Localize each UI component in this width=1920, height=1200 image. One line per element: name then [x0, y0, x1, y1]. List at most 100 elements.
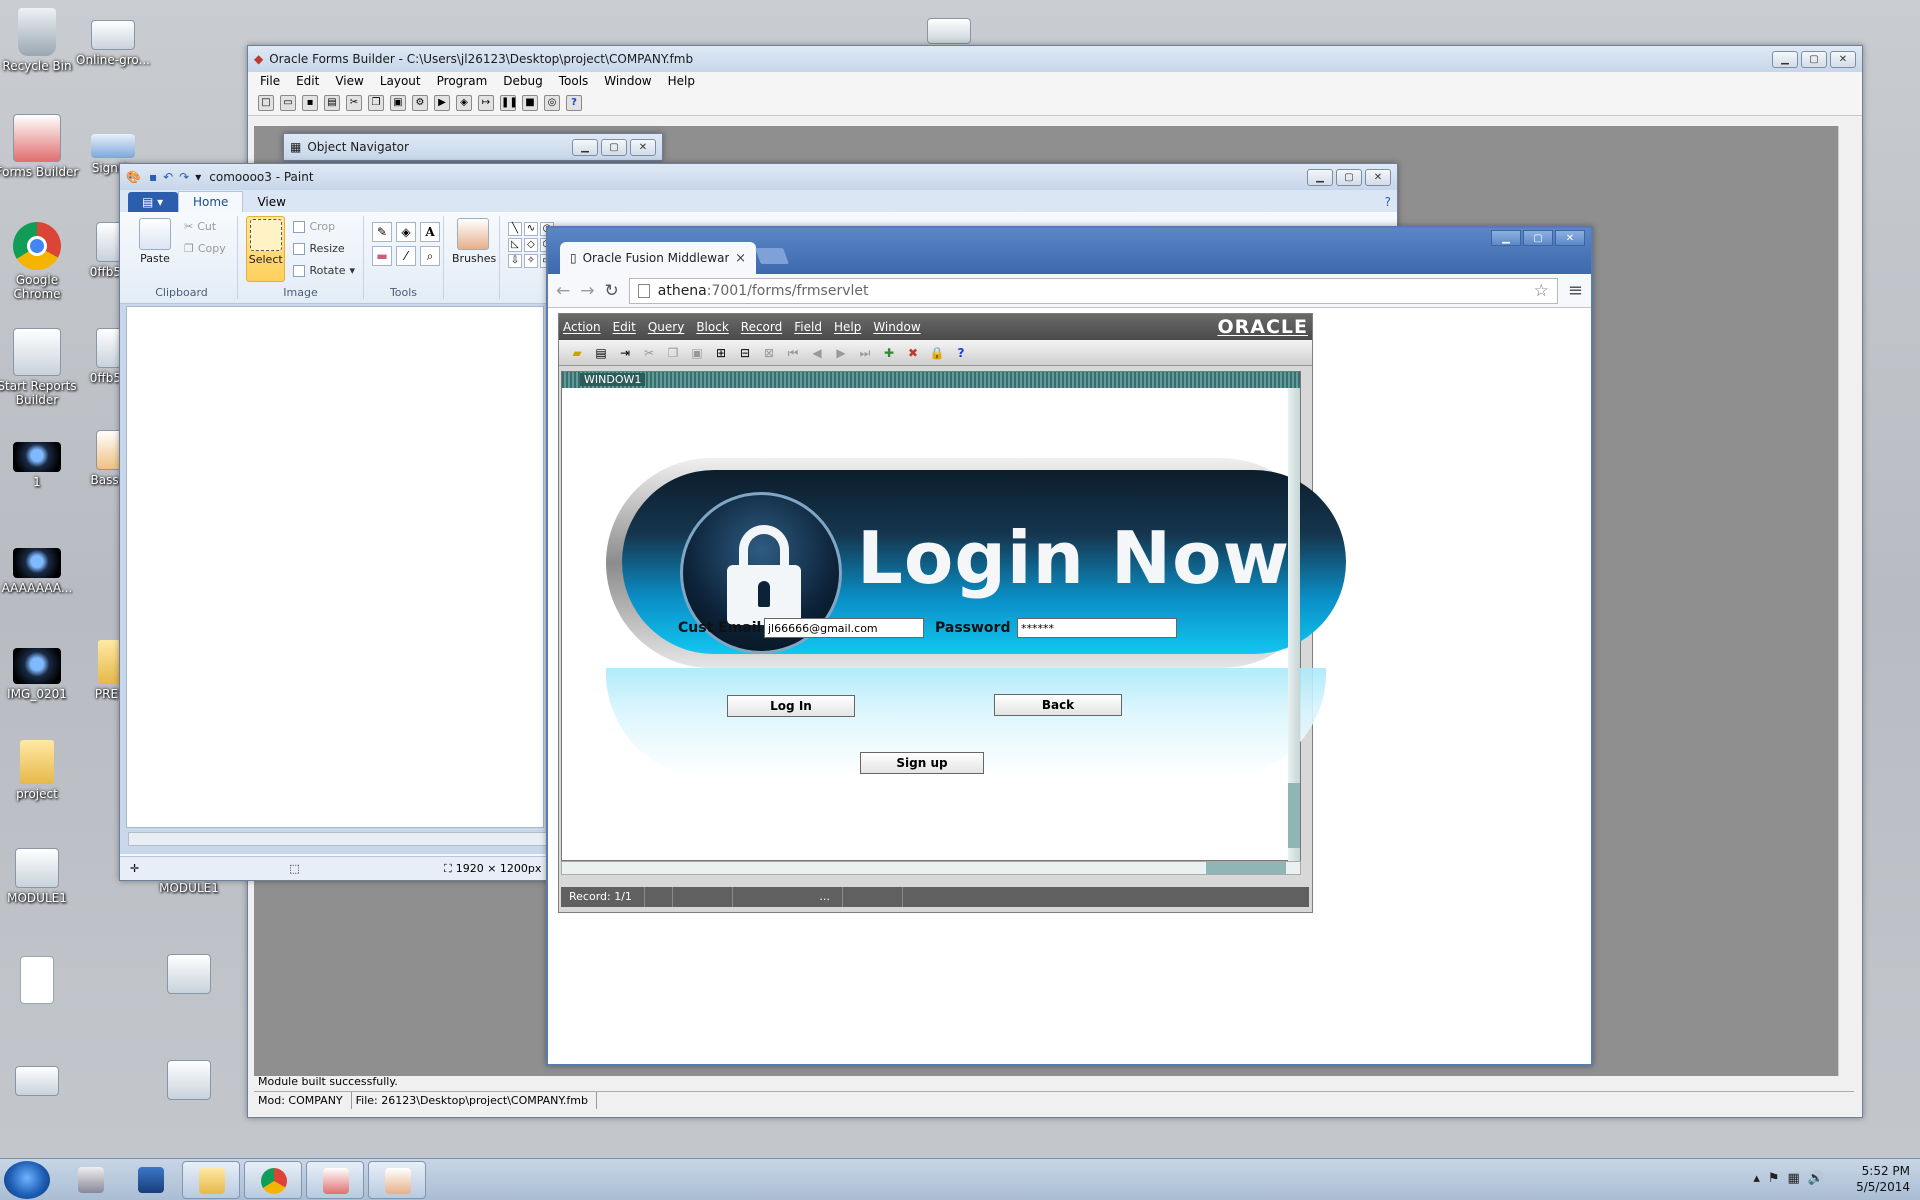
execute-query-icon[interactable]: ⊟ [737, 345, 753, 361]
object-navigator-window[interactable]: ▦ Object Navigator ▁ ▢ ✕ [283, 133, 663, 161]
taskbar-explorer[interactable] [182, 1161, 240, 1199]
magnifier-icon[interactable]: ⌕ [420, 246, 440, 266]
desktop-icon-img-0201[interactable]: IMG_0201 [0, 648, 80, 701]
tab-home[interactable]: Home [178, 191, 244, 212]
text-icon[interactable]: A [420, 222, 440, 242]
desktop-icon-project[interactable]: project [0, 740, 80, 801]
curve-shape-icon[interactable]: ∿ [524, 222, 538, 236]
run-form-icon[interactable]: ▶ [434, 95, 450, 111]
paint-file-menu-button[interactable]: ▤ ▾ [128, 192, 178, 212]
tab-view[interactable]: View [243, 192, 299, 212]
previous-record-icon[interactable]: ◀ [809, 345, 825, 361]
menu-edit[interactable]: Edit [613, 320, 636, 334]
exit-icon[interactable]: ⇥ [617, 345, 633, 361]
forward-arrow-icon[interactable]: → [580, 281, 594, 301]
menu-field[interactable]: Field [794, 320, 822, 334]
back-arrow-icon[interactable]: ← [556, 281, 570, 301]
last-record-icon[interactable]: ⏭ [857, 345, 873, 361]
forms-builder-titlebar[interactable]: ◆ Oracle Forms Builder - C:\Users\jl2612… [248, 46, 1862, 72]
object-navigator-titlebar[interactable]: ▦ Object Navigator ▁ ▢ ✕ [284, 134, 662, 160]
delete-record-icon[interactable]: ✖ [905, 345, 921, 361]
scroll-thumb[interactable] [1206, 862, 1286, 874]
brushes-button[interactable]: Brushes [452, 216, 496, 265]
desktop-icon-start-reports-builder[interactable]: Start Reports Builder [0, 328, 80, 407]
fill-icon[interactable]: ◈ [396, 222, 416, 242]
arrow-shape-icon[interactable]: ⇩ [508, 254, 522, 268]
menu-action[interactable]: Action [563, 320, 601, 334]
open-icon[interactable]: ▭ [280, 95, 296, 111]
menu-help[interactable]: Help [668, 74, 695, 90]
paste-icon[interactable]: ▣ [390, 95, 406, 111]
scroll-thumb[interactable] [1288, 783, 1300, 848]
resize-button[interactable]: Resize [293, 238, 355, 260]
desktop-icon-recycle-bin[interactable]: Recycle Bin [0, 8, 80, 73]
menu-view[interactable]: View [335, 74, 363, 90]
undo-icon[interactable]: ↶ [163, 170, 173, 184]
help-icon[interactable]: ? [953, 345, 969, 361]
new-tab-button[interactable] [755, 248, 789, 264]
action-center-flag-icon[interactable]: ⚑ [1768, 1171, 1780, 1186]
minimize-button[interactable]: ▁ [572, 138, 598, 156]
maximize-button[interactable]: ▢ [1523, 230, 1553, 246]
select-button[interactable]: Select [246, 216, 286, 282]
next-record-icon[interactable]: ▶ [833, 345, 849, 361]
network-icon[interactable]: ▦ [1788, 1171, 1800, 1186]
minimize-button[interactable]: ▁ [1307, 168, 1333, 186]
stop-icon[interactable]: ■ [522, 95, 538, 111]
back-button[interactable]: Back [994, 694, 1122, 716]
clock[interactable]: 5:52 PM 5/5/2014 [1856, 1163, 1910, 1195]
menu-record[interactable]: Record [741, 320, 782, 334]
quick-save-icon[interactable]: ▪ [149, 170, 157, 184]
taskbar-powershell[interactable] [122, 1161, 180, 1199]
color-picker-icon[interactable]: ⁄ [396, 246, 416, 266]
paint-titlebar[interactable]: 🎨 ▪ ↶ ↷ ▾ comoooo3 - Paint ▁ ▢ ✕ [120, 164, 1397, 190]
taskbar-paint[interactable] [368, 1161, 426, 1199]
sign-up-button[interactable]: Sign up [860, 752, 984, 774]
menu-window[interactable]: Window [873, 320, 920, 334]
paint-horizontal-scrollbar[interactable] [128, 832, 552, 846]
help-icon[interactable]: ? [566, 95, 582, 111]
window1-vertical-scrollbar[interactable] [1288, 388, 1300, 862]
show-hidden-icons-icon[interactable]: ▴ [1753, 1171, 1760, 1186]
close-button[interactable]: ✕ [1365, 168, 1391, 186]
chrome-menu-icon[interactable]: ≡ [1568, 280, 1583, 301]
paint-help-icon[interactable]: ? [1385, 195, 1391, 209]
menu-query[interactable]: Query [648, 320, 684, 334]
desktop-icon-document[interactable] [0, 956, 80, 1007]
save-icon[interactable]: ▰ [569, 345, 585, 361]
paste-button[interactable]: Paste [134, 216, 176, 265]
desktop-icon-module-c[interactable] [146, 954, 232, 997]
applet-horizontal-scrollbar[interactable] [561, 861, 1301, 875]
chrome-tabstrip[interactable]: ▯ Oracle Fusion Middleware × ▁ ▢ ✕ [548, 228, 1591, 274]
forms-builder-vertical-scrollbar[interactable] [1838, 126, 1856, 1076]
menu-program[interactable]: Program [437, 74, 488, 90]
menu-layout[interactable]: Layout [380, 74, 421, 90]
copy-icon[interactable]: ❐ [368, 95, 384, 111]
reload-icon[interactable]: ↻ [605, 281, 619, 301]
menu-block[interactable]: Block [696, 320, 728, 334]
cust-email-input[interactable] [764, 618, 924, 638]
desktop-icon-module1-a[interactable]: MODULE1 [0, 848, 80, 905]
diamond-shape-icon[interactable]: ◇ [524, 238, 538, 252]
volume-icon[interactable]: 🔊 [1808, 1171, 1824, 1186]
taskbar-server-manager[interactable] [62, 1161, 120, 1199]
paint-canvas[interactable] [126, 306, 544, 828]
start-button[interactable] [4, 1161, 50, 1199]
lock-record-icon[interactable]: 🔒 [929, 345, 945, 361]
maximize-button[interactable]: ▢ [1336, 168, 1362, 186]
cut-icon[interactable]: ✂ [641, 345, 657, 361]
line-shape-icon[interactable]: ╲ [508, 222, 522, 236]
pencil-icon[interactable]: ✎ [372, 222, 392, 242]
new-icon[interactable]: □ [258, 95, 274, 111]
cut-icon[interactable]: ✂ [346, 95, 362, 111]
log-in-button[interactable]: Log In [727, 695, 855, 717]
triangle-shape-icon[interactable]: ◺ [508, 238, 522, 252]
minimize-button[interactable]: ▁ [1491, 230, 1521, 246]
quick-access-dropdown-icon[interactable]: ▾ [195, 170, 201, 184]
menu-tools[interactable]: Tools [559, 74, 589, 90]
compile-icon[interactable]: ⚙ [412, 95, 428, 111]
pause-icon[interactable]: ❚❚ [500, 95, 518, 111]
close-button[interactable]: ✕ [1830, 50, 1856, 68]
paste-icon[interactable]: ▣ [689, 345, 705, 361]
bookmark-star-icon[interactable]: ☆ [1534, 281, 1549, 301]
